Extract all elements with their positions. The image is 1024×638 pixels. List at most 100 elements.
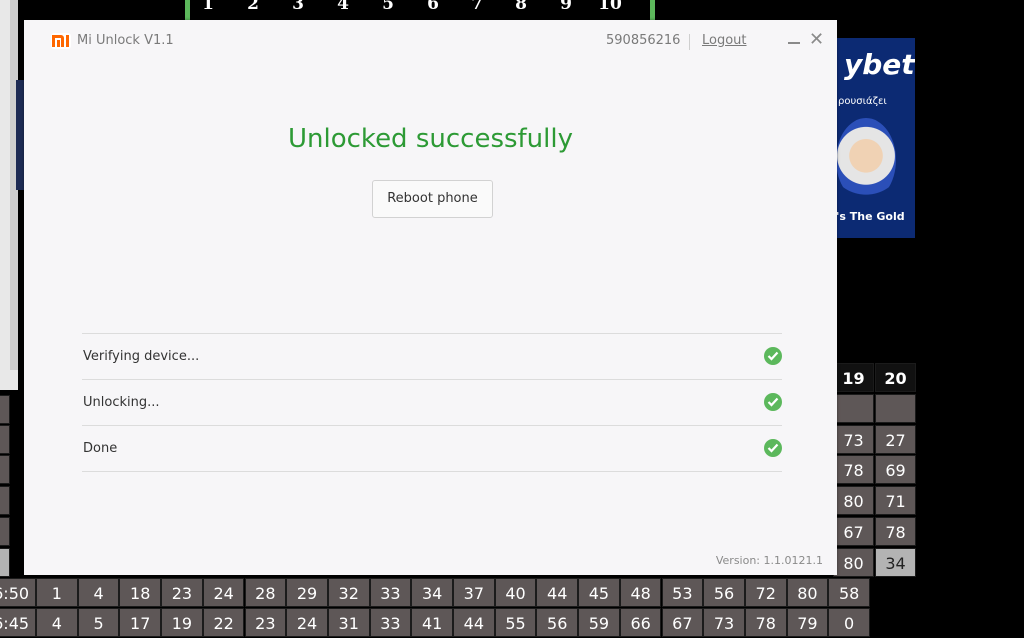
grid-cell: 45	[578, 578, 620, 607]
grid-cell: 53	[661, 578, 704, 607]
grid-header-cell: 19	[833, 363, 874, 392]
grid-cell: 32	[327, 578, 370, 607]
grid-cell: 78	[833, 455, 874, 484]
top-number: 4	[337, 0, 349, 14]
grid-cell: 80	[833, 486, 874, 515]
step-unlocking: Unlocking...	[82, 379, 782, 425]
grid-cell: 44	[536, 578, 579, 607]
grid-cell: 56	[536, 608, 579, 637]
grid-cell: 27	[875, 425, 916, 454]
grid-cell: 37	[453, 578, 495, 607]
grid-cell: 40	[494, 578, 537, 607]
top-number: 10	[598, 0, 622, 14]
grid-cell: 34	[875, 548, 916, 577]
check-icon	[764, 393, 782, 411]
grid-cell: 4	[0, 486, 10, 515]
top-number: 1	[202, 0, 214, 14]
ad-mascot-image	[836, 118, 896, 202]
step-label: Unlocking...	[83, 395, 160, 410]
app-title: Mi Unlock V1.1	[77, 33, 174, 48]
top-number: 8	[515, 0, 527, 14]
grid-cell: 59	[578, 608, 620, 637]
mi-logo-icon	[51, 33, 71, 49]
grid-cell: 18	[119, 578, 162, 607]
background-image-sliver	[16, 80, 24, 190]
progress-steps-list: Verifying device... Unlocking... Done	[82, 333, 782, 472]
grid-cell: 33	[369, 608, 412, 637]
grid-cell	[833, 394, 874, 423]
ad-brand: ybet	[844, 48, 915, 81]
grid-cell: 78	[875, 517, 916, 546]
grid-cell: 4	[77, 578, 120, 607]
grid-cell: 23	[244, 608, 287, 637]
grid-cell: 71	[875, 486, 916, 515]
grid-cell: 16:45	[0, 608, 36, 637]
grid-header-cell: 20	[875, 363, 916, 392]
grid-cell: 66	[619, 608, 662, 637]
background-advertisement[interactable]: ybet ρουσιάζει 's The Gold	[836, 38, 915, 238]
header-divider	[689, 34, 690, 50]
grid-cell: 44	[453, 608, 495, 637]
grid-cell: 5	[0, 455, 10, 484]
grid-cell: 55	[494, 608, 537, 637]
top-number: 7	[471, 0, 483, 14]
grid-cell: 58	[828, 578, 870, 607]
grid-cell: 67	[661, 608, 704, 637]
grid-cell: 0	[828, 608, 870, 637]
top-number: 6	[427, 0, 439, 14]
grid-cell: 24	[202, 578, 245, 607]
grid-cell: 33	[369, 578, 412, 607]
grid-cell: 1	[36, 578, 78, 607]
grid-cell: 72	[744, 578, 787, 607]
step-verifying: Verifying device...	[82, 333, 782, 379]
grid-cell: 4	[36, 608, 78, 637]
logout-link[interactable]: Logout	[702, 33, 747, 48]
step-label: Done	[83, 441, 118, 456]
grid-cell: 34	[411, 578, 453, 607]
grid-cell: 73	[703, 608, 745, 637]
grid-cell: 7	[0, 395, 10, 424]
grid-cell: 29	[286, 578, 328, 607]
close-button[interactable]: ✕	[809, 30, 824, 50]
grid-cell: 69	[875, 455, 916, 484]
grid-cell: 56	[703, 578, 745, 607]
ad-text: ρουσιάζει	[838, 96, 887, 107]
ad-tagline: 's The Gold	[836, 210, 905, 223]
top-number: 5	[382, 0, 394, 14]
grid-cell: 3	[0, 517, 10, 546]
grid-cell: 24	[286, 608, 328, 637]
grid-cell: 17	[119, 608, 162, 637]
grid-cell: 41	[411, 608, 453, 637]
top-number: 9	[560, 0, 572, 14]
account-id: 590856216	[606, 33, 681, 48]
step-label: Verifying device...	[83, 349, 200, 364]
top-number: 3	[292, 0, 304, 14]
background-number-bar: 1 2 3 4 5 6 7 8 9 10	[185, 0, 655, 20]
grid-cell: 80	[786, 578, 829, 607]
version-label: Version: 1.1.0121.1	[715, 554, 823, 567]
grid-cell: 78	[744, 608, 787, 637]
step-done: Done	[82, 425, 782, 472]
grid-cell: 19	[161, 608, 203, 637]
check-icon	[764, 439, 782, 457]
grid-cell: 5	[77, 608, 120, 637]
grid-cell: 28	[244, 578, 287, 607]
reboot-phone-button[interactable]: Reboot phone	[372, 180, 493, 218]
minimize-button[interactable]	[787, 34, 801, 48]
grid-cell	[875, 394, 916, 423]
grid-cell: 48	[619, 578, 662, 607]
grid-cell: 16:50	[0, 578, 36, 607]
top-number: 2	[247, 0, 259, 14]
grid-cell: 73	[833, 425, 874, 454]
grid-cell: 79	[786, 608, 829, 637]
status-title: Unlocked successfully	[288, 124, 573, 154]
check-icon	[764, 347, 782, 365]
grid-cell: 31	[327, 608, 370, 637]
grid-cell: 22	[202, 608, 245, 637]
grid-cell: 80	[833, 548, 874, 577]
grid-cell: 23	[161, 578, 203, 607]
grid-cell: 2	[0, 548, 10, 577]
grid-cell: 6	[0, 425, 10, 454]
mi-unlock-window: Mi Unlock V1.1 590856216 Logout ✕ Unlock…	[24, 20, 837, 575]
grid-cell: 67	[833, 517, 874, 546]
